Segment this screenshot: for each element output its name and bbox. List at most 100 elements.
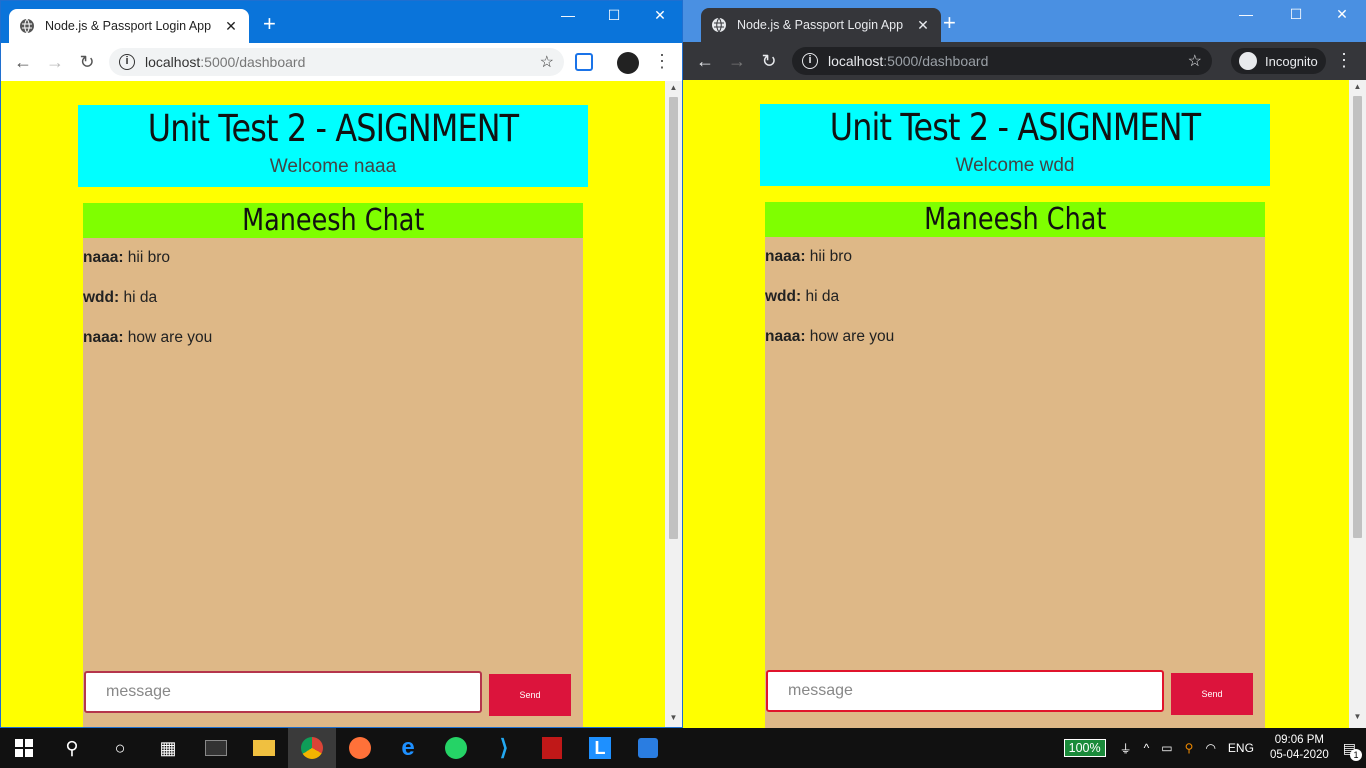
profile-avatar[interactable] bbox=[617, 52, 639, 74]
chat-message: wdd: hi da bbox=[765, 288, 839, 306]
chevron-up-icon[interactable]: ^ bbox=[1144, 741, 1150, 755]
launcher-icon[interactable]: L bbox=[576, 728, 624, 768]
message-input[interactable]: message bbox=[84, 671, 482, 713]
scroll-down-icon[interactable]: ▼ bbox=[665, 713, 682, 722]
send-button[interactable]: Send bbox=[1171, 673, 1253, 715]
windows-start-icon[interactable] bbox=[0, 728, 48, 768]
browser-tab[interactable]: Node.js & Passport Login App ✕ bbox=[9, 9, 249, 43]
menu-dots-icon[interactable]: ⋮ bbox=[1335, 50, 1353, 71]
scrollbar[interactable]: ▲ ▼ bbox=[1349, 80, 1366, 728]
cortana-icon[interactable]: ○ bbox=[96, 728, 144, 768]
forward-button[interactable]: → bbox=[39, 52, 71, 73]
maximize-button[interactable]: ☐ bbox=[1281, 6, 1311, 23]
url-text: localhost:5000/dashboard bbox=[828, 53, 1188, 69]
clock-date: 05-04-2020 bbox=[1269, 749, 1329, 761]
mcafee-icon[interactable] bbox=[528, 728, 576, 768]
url-path: :5000/dashboard bbox=[200, 54, 306, 70]
extension-icon[interactable] bbox=[575, 53, 593, 71]
reload-button[interactable]: ↻ bbox=[71, 52, 103, 73]
tab-bar: Node.js & Passport Login App ✕ + — ☐ ✕ bbox=[1, 1, 682, 43]
url-text: localhost:5000/dashboard bbox=[145, 54, 540, 70]
chat-box: Maneesh Chat naaa: hii bro wdd: hi da na… bbox=[765, 202, 1265, 728]
browser-toolbar: ← → ↻ i localhost:5000/dashboard ☆ Incog… bbox=[683, 42, 1366, 80]
message-text: how are you bbox=[805, 328, 895, 345]
clock-time: 09:06 PM bbox=[1274, 734, 1324, 746]
page-content: Unit Test 2 - ASIGNMENT Welcome wdd Mane… bbox=[683, 80, 1366, 728]
notification-count: 1 bbox=[1350, 748, 1362, 761]
message-input[interactable]: message bbox=[766, 670, 1164, 712]
minimize-button[interactable]: — bbox=[1231, 6, 1261, 22]
message-text: how are you bbox=[123, 329, 213, 346]
message-user: naaa: bbox=[83, 249, 124, 266]
url-host: localhost bbox=[145, 54, 201, 70]
whatsapp-icon[interactable] bbox=[432, 728, 480, 768]
back-button[interactable]: ← bbox=[689, 51, 721, 72]
globe-icon bbox=[20, 18, 34, 34]
scrollbar-thumb[interactable] bbox=[1353, 96, 1362, 538]
notification-center-icon[interactable]: ▤ 1 bbox=[1343, 740, 1362, 761]
chat-box: Maneesh Chat naaa: hii bro wdd: hi da na… bbox=[83, 203, 583, 727]
scroll-up-icon[interactable]: ▲ bbox=[665, 83, 682, 92]
new-tab-button[interactable]: + bbox=[943, 12, 956, 34]
close-window-button[interactable]: ✕ bbox=[645, 7, 675, 24]
menu-dots-icon[interactable]: ⋮ bbox=[653, 51, 671, 72]
tab-title: Node.js & Passport Login App bbox=[45, 19, 212, 33]
clock[interactable]: 09:06 PM 05-04-2020 bbox=[1270, 733, 1329, 763]
tab-bar: Node.js & Passport Login App ✕ + — ☐ ✕ bbox=[683, 0, 1366, 42]
forward-button[interactable]: → bbox=[721, 51, 753, 72]
language-indicator[interactable]: ENG bbox=[1228, 741, 1254, 755]
new-tab-button[interactable]: + bbox=[263, 13, 276, 35]
incognito-badge[interactable]: Incognito bbox=[1231, 48, 1326, 74]
site-info-icon[interactable]: i bbox=[802, 53, 818, 69]
close-tab-icon[interactable]: ✕ bbox=[223, 18, 239, 35]
close-window-button[interactable]: ✕ bbox=[1327, 6, 1357, 23]
send-button[interactable]: Send bbox=[489, 674, 571, 716]
message-text: hii bro bbox=[123, 249, 171, 266]
task-view-icon[interactable]: ▦ bbox=[144, 728, 192, 768]
back-button[interactable]: ← bbox=[7, 52, 39, 73]
maximize-button[interactable]: ☐ bbox=[599, 7, 629, 24]
battery-icon[interactable]: ▭ bbox=[1161, 741, 1172, 755]
search-tool-icon[interactable]: ⚲ bbox=[1185, 741, 1194, 755]
firefox-icon[interactable] bbox=[336, 728, 384, 768]
vscode-icon[interactable]: ⟩ bbox=[480, 728, 528, 768]
globe-icon bbox=[712, 17, 726, 33]
close-tab-icon[interactable]: ✕ bbox=[915, 17, 931, 34]
message-text: hi da bbox=[801, 288, 840, 305]
url-path: :5000/dashboard bbox=[883, 53, 989, 69]
page-header: Unit Test 2 - ASIGNMENT Welcome wdd bbox=[760, 104, 1270, 186]
incognito-label: Incognito bbox=[1265, 53, 1318, 69]
scroll-up-icon[interactable]: ▲ bbox=[1349, 82, 1366, 91]
scroll-down-icon[interactable]: ▼ bbox=[1349, 712, 1366, 721]
minimize-button[interactable]: — bbox=[553, 7, 583, 23]
bookmark-star-icon[interactable]: ☆ bbox=[540, 52, 554, 72]
page-title: Unit Test 2 - ASIGNMENT bbox=[829, 106, 1201, 149]
battery-indicator[interactable]: 100% bbox=[1063, 739, 1106, 757]
address-bar[interactable]: i localhost:5000/dashboard ☆ bbox=[109, 48, 564, 76]
welcome-text: Welcome naaa bbox=[269, 156, 397, 177]
scrollbar-thumb[interactable] bbox=[669, 97, 678, 539]
chat-message: wdd: hi da bbox=[83, 289, 157, 307]
chat-message: naaa: hii bro bbox=[765, 248, 852, 266]
scrollbar[interactable]: ▲ ▼ bbox=[665, 81, 682, 727]
power-plug-icon[interactable]: ⏚ bbox=[1120, 740, 1132, 757]
message-user: naaa: bbox=[765, 328, 806, 345]
browser-tab[interactable]: Node.js & Passport Login App ✕ bbox=[701, 8, 941, 42]
incognito-icon bbox=[1239, 52, 1257, 70]
edge-icon[interactable]: e bbox=[384, 728, 432, 768]
message-user: wdd: bbox=[765, 288, 802, 305]
chrome-icon[interactable] bbox=[288, 728, 336, 768]
bookmark-star-icon[interactable]: ☆ bbox=[1188, 51, 1202, 71]
page-header: Unit Test 2 - ASIGNMENT Welcome naaa bbox=[78, 105, 588, 187]
windows-taskbar: ⚲ ○ ▦ e ⟩ L 100% ⏚ ^ ▭ ⚲ ◠ ENG 09:06 PM … bbox=[0, 728, 1366, 768]
wifi-icon[interactable]: ◠ bbox=[1205, 741, 1215, 755]
reload-button[interactable]: ↻ bbox=[753, 51, 785, 72]
site-info-icon[interactable]: i bbox=[119, 54, 135, 70]
chat-title: Maneesh Chat bbox=[765, 202, 1265, 237]
file-explorer-icon[interactable] bbox=[240, 728, 288, 768]
search-icon[interactable]: ⚲ bbox=[48, 728, 96, 768]
terminal-icon[interactable] bbox=[192, 728, 240, 768]
writer-icon[interactable] bbox=[624, 728, 672, 768]
address-bar[interactable]: i localhost:5000/dashboard ☆ bbox=[792, 47, 1212, 75]
message-text: hii bro bbox=[805, 248, 853, 265]
